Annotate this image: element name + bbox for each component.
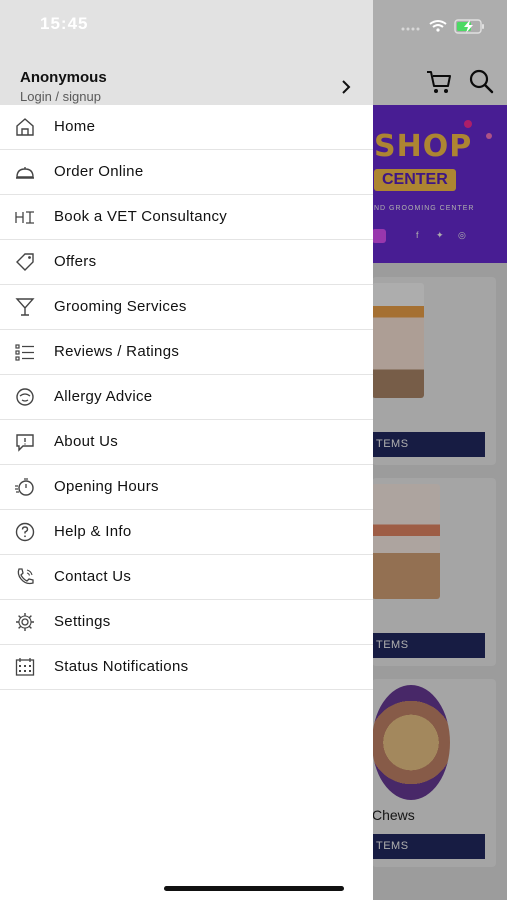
menu-item-opening-hours[interactable]: Opening Hours <box>0 465 373 510</box>
menu-item-reviews-ratings[interactable]: Reviews / Ratings <box>0 330 373 375</box>
tag-icon <box>16 253 34 271</box>
menu-item-contact-us[interactable]: Contact Us <box>0 555 373 600</box>
menu-item-label: Allergy Advice <box>54 388 153 405</box>
menu-item-label: Grooming Services <box>54 298 187 315</box>
menu-item-label: Home <box>54 118 96 135</box>
menu-item-settings[interactable]: Settings <box>0 600 373 645</box>
menu-item-label: Book a VET Consultancy <box>54 208 228 225</box>
menu-item-label: Offers <box>54 253 97 270</box>
home-icon <box>16 118 34 136</box>
battery-charging-icon <box>454 19 484 34</box>
menu-item-label: Contact Us <box>54 568 132 585</box>
menu-item-grooming-services[interactable]: Grooming Services <box>0 285 373 330</box>
menu-item-label: Settings <box>54 613 111 630</box>
menu-item-offers[interactable]: Offers <box>0 240 373 285</box>
stopwatch-icon <box>15 478 34 496</box>
user-name: Anonymous <box>20 69 107 86</box>
menu-item-order-online[interactable]: Order Online <box>0 150 373 195</box>
menu-item-allergy-advice[interactable]: Allergy Advice <box>0 375 373 420</box>
home-indicator[interactable] <box>164 886 344 891</box>
cloche-icon <box>16 167 34 179</box>
menu-item-label: Order Online <box>54 163 144 180</box>
menu-item-status-notifications[interactable]: Status Notifications <box>0 645 373 690</box>
menu-item-label: Reviews / Ratings <box>54 343 180 360</box>
phone-icon <box>17 568 34 585</box>
menu-item-home[interactable]: Home <box>0 105 373 150</box>
menu-item-help-info[interactable]: Help & Info <box>0 510 373 555</box>
navigation-drawer: Anonymous Login / signup Home Order Onli… <box>0 0 373 900</box>
menu-item-label: Help & Info <box>54 523 132 540</box>
login-signup-link[interactable]: Login / signup <box>20 89 101 104</box>
menu-item-label: Status Notifications <box>54 658 189 675</box>
menu-item-about-us[interactable]: About Us <box>0 420 373 465</box>
help-icon <box>15 522 35 542</box>
status-time: 15:45 <box>40 14 89 33</box>
chat-alert-icon <box>16 434 34 452</box>
menu-item-vet-consultancy[interactable]: Book a VET Consultancy <box>0 195 373 240</box>
glass-icon <box>15 298 35 316</box>
list-icon <box>15 344 34 361</box>
wifi-icon <box>429 20 447 28</box>
chevron-right-icon[interactable] <box>339 79 353 95</box>
vet-icon <box>15 211 34 224</box>
gear-icon <box>16 613 34 631</box>
drawer-menu: Home Order Online Book a VET Consultancy… <box>0 105 373 690</box>
calendar-icon <box>15 658 35 676</box>
status-indicators <box>401 19 484 34</box>
menu-item-label: About Us <box>54 433 119 450</box>
signal-icon <box>401 27 420 31</box>
menu-item-label: Opening Hours <box>54 478 159 495</box>
allergy-icon <box>16 388 34 406</box>
